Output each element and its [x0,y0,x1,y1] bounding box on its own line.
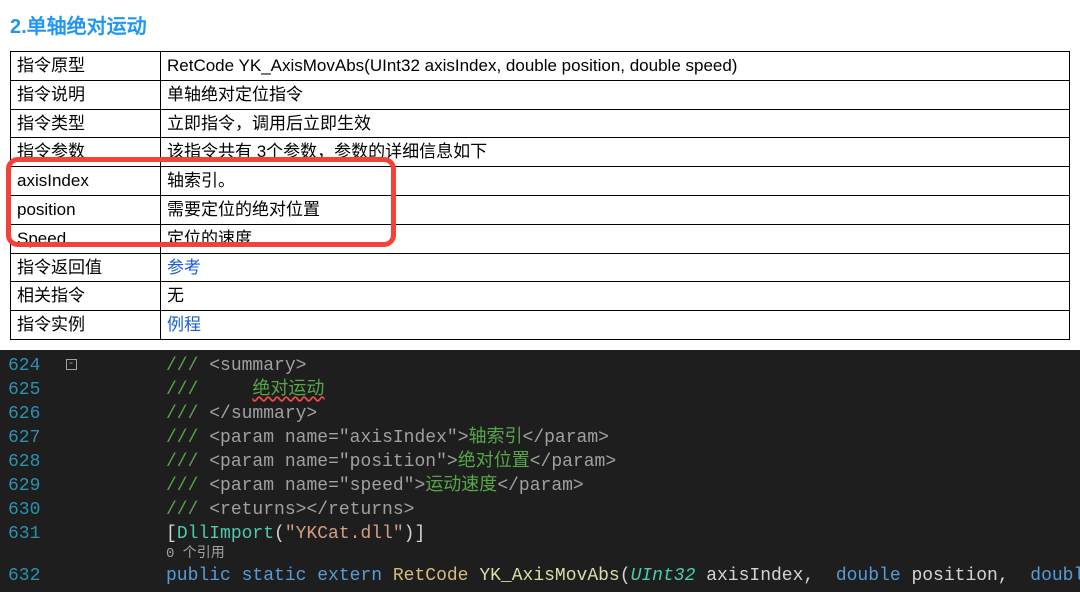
row-label: 指令类型 [11,109,161,138]
line-number: 629 [8,474,56,498]
row-label: 指令返回值 [11,253,161,282]
row-label: 指令原型 [11,52,161,81]
row-value: 立即指令，调用后立即生效 [161,109,1070,138]
table-row: axisIndex 轴索引。 [11,167,1070,196]
row-value: RetCode YK_AxisMovAbs(UInt32 axisIndex, … [161,52,1070,81]
row-value: 例程 [161,311,1070,340]
code-content[interactable]: /// <summary> /// 绝对运动 /// </summary> //… [86,350,1080,592]
code-line: /// <summary> [166,354,1080,378]
row-value: 需要定位的绝对位置 [161,195,1070,224]
row-value: 参考 [161,253,1070,282]
row-label: 相关指令 [11,282,161,311]
table-row: Speed 定位的速度 [11,224,1070,253]
row-value: 无 [161,282,1070,311]
row-value: 轴索引。 [161,167,1070,196]
code-line: /// 绝对运动 [166,378,1080,402]
row-value: 单轴绝对定位指令 [161,80,1070,109]
line-number: 626 [8,402,56,426]
table-row: 指令原型 RetCode YK_AxisMovAbs(UInt32 axisIn… [11,52,1070,81]
fold-gutter: - [56,350,86,592]
example-link[interactable]: 例程 [167,315,201,334]
codelens-reference[interactable]: 0 个引用 [166,546,1080,564]
line-number: 624 [8,354,56,378]
row-label: position [11,195,161,224]
row-value: 定位的速度 [161,224,1070,253]
line-number: 630 [8,498,56,522]
row-label: 指令说明 [11,80,161,109]
row-value: 该指令共有 3个参数，参数的详细信息如下 [161,138,1070,167]
line-number: 628 [8,450,56,474]
line-number-gutter: 624 625 626 627 628 629 630 631 632 [0,350,56,592]
code-line: /// <param name="position">绝对位置</param> [166,450,1080,474]
section-heading: 2.单轴绝对运动 [10,10,1070,39]
api-table-wrapper: 指令原型 RetCode YK_AxisMovAbs(UInt32 axisIn… [10,51,1070,340]
fold-collapse-icon[interactable]: - [66,359,77,370]
table-row: 指令说明 单轴绝对定位指令 [11,80,1070,109]
code-line: [DllImport("YKCat.dll")] [166,522,1080,546]
line-number: 632 [8,564,56,588]
row-label: Speed [11,224,161,253]
code-line: public static extern RetCode YK_AxisMovA… [166,564,1080,588]
table-row: 指令返回值 参考 [11,253,1070,282]
table-row: position 需要定位的绝对位置 [11,195,1070,224]
table-row: 指令类型 立即指令，调用后立即生效 [11,109,1070,138]
line-number [8,546,56,564]
line-number: 631 [8,522,56,546]
row-label: axisIndex [11,167,161,196]
table-row: 相关指令 无 [11,282,1070,311]
row-label: 指令参数 [11,138,161,167]
table-row: 指令实例 例程 [11,311,1070,340]
code-line: /// <param name="speed">运动速度</param> [166,474,1080,498]
code-line: /// <returns></returns> [166,498,1080,522]
reference-link[interactable]: 参考 [167,258,201,277]
code-line: /// <param name="axisIndex">轴索引</param> [166,426,1080,450]
code-editor: 624 625 626 627 628 629 630 631 632 - //… [0,350,1080,592]
code-line: /// </summary> [166,402,1080,426]
line-number: 627 [8,426,56,450]
table-row: 指令参数 该指令共有 3个参数，参数的详细信息如下 [11,138,1070,167]
api-table: 指令原型 RetCode YK_AxisMovAbs(UInt32 axisIn… [10,51,1070,340]
row-label: 指令实例 [11,311,161,340]
line-number: 625 [8,378,56,402]
